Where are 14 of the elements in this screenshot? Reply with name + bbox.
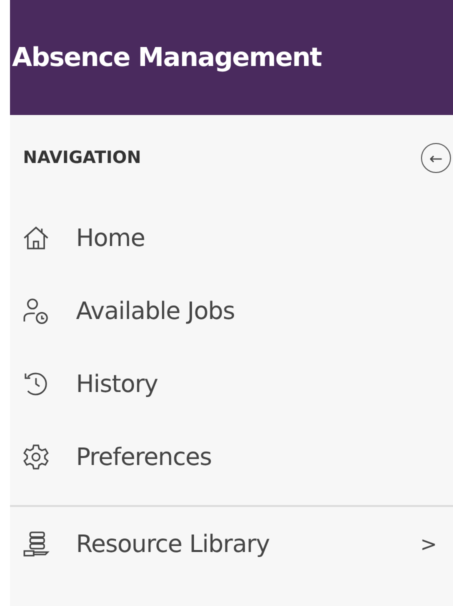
nav-item[interactable]: History	[10, 347, 453, 420]
settings-icon	[22, 442, 50, 470]
nav-item[interactable]: Home	[10, 201, 453, 274]
books-icon	[22, 530, 50, 558]
nav-heading: NAVIGATION	[23, 148, 142, 168]
history-icon	[22, 370, 50, 398]
collapse-button[interactable]: ←	[421, 143, 451, 173]
app-title: Absence Management	[12, 42, 322, 72]
home-icon	[22, 224, 50, 252]
nav-item[interactable]: Resource Library >	[10, 507, 453, 580]
nav-item[interactable]: Preferences	[10, 420, 453, 493]
person-clock-icon	[22, 296, 50, 324]
chevron-icon: >	[420, 532, 437, 556]
nav-item[interactable]: Available Jobs	[10, 274, 453, 347]
